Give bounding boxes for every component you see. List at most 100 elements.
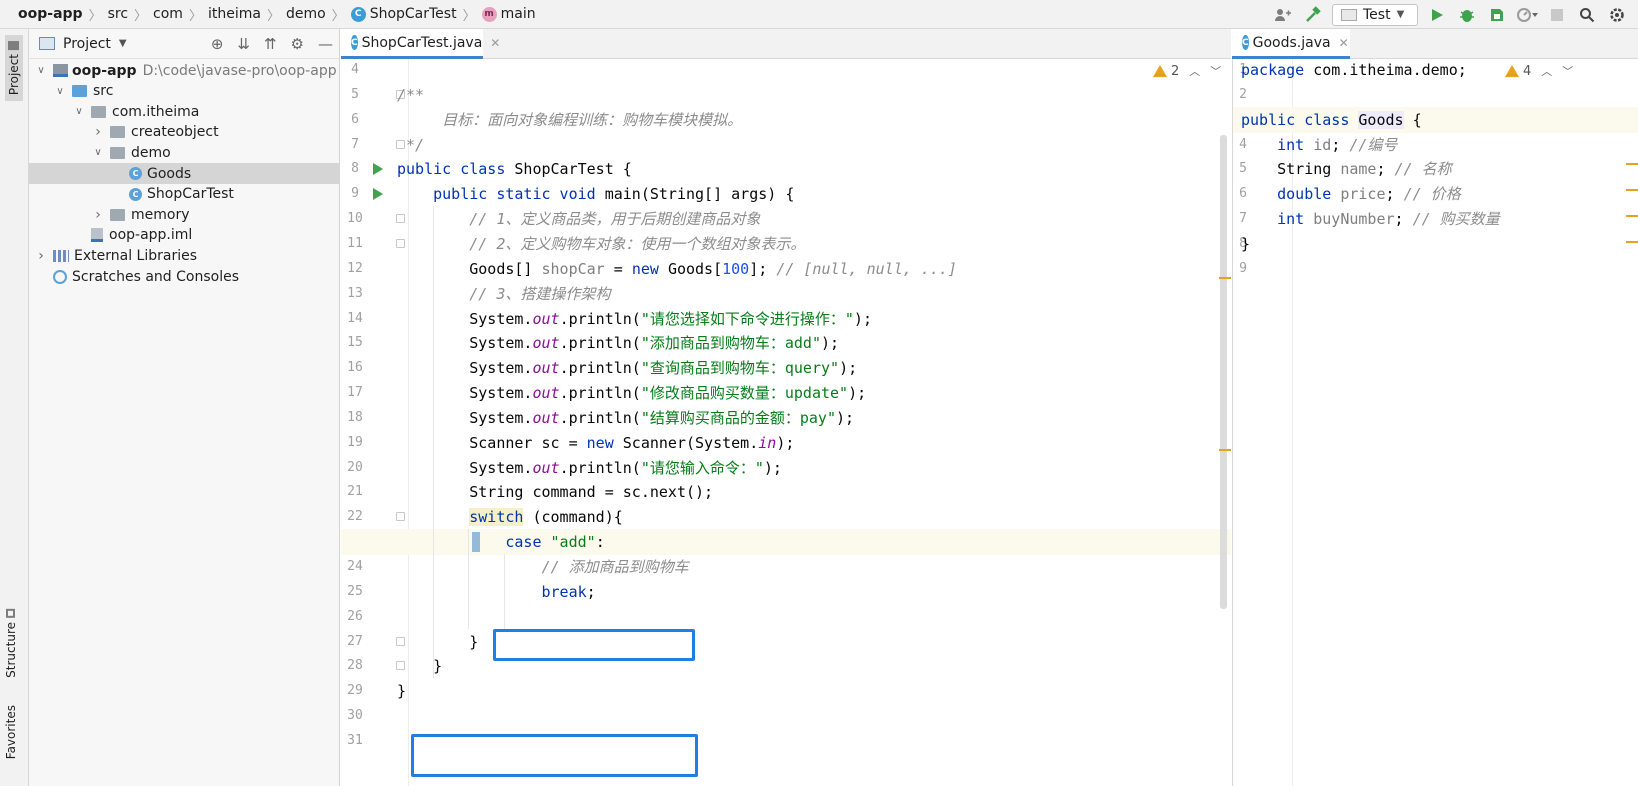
code-line[interactable]: String name; // 名称 bbox=[1241, 156, 1452, 182]
code-line[interactable]: System.out.println("添加商品到购物车：add"); bbox=[397, 330, 839, 356]
tree-node[interactable]: C Goods bbox=[29, 163, 340, 184]
tree-node[interactable]: ∨ oop-app D:\code\javase-pro\oop-app bbox=[29, 60, 340, 81]
code-line[interactable]: // 3、搭建操作架构 bbox=[397, 281, 610, 307]
chevron-down-icon[interactable]: ∨ bbox=[92, 147, 104, 158]
chevron-down-icon[interactable]: ∨ bbox=[35, 65, 47, 76]
hide-icon[interactable]: — bbox=[318, 35, 333, 53]
code-line[interactable]: // 1、定义商品类，用于后期创建商品对象 bbox=[397, 206, 760, 232]
code-line[interactable]: double price; // 价格 bbox=[1241, 181, 1461, 207]
chevron-down-icon[interactable]: ▼ bbox=[119, 38, 127, 49]
code-line[interactable]: switch (command){ bbox=[397, 504, 623, 530]
project-view-selector[interactable]: Project bbox=[63, 36, 111, 52]
settings-icon[interactable] bbox=[1606, 4, 1628, 26]
warning-stripe[interactable] bbox=[1626, 241, 1638, 243]
warning-stripe[interactable] bbox=[1626, 163, 1638, 165]
code-line[interactable]: System.out.println("结算购买商品的金额：pay"); bbox=[397, 405, 854, 431]
code-line[interactable]: 目标：面向对象编程训练：购物车模块模拟。 bbox=[397, 107, 742, 133]
indent-guide bbox=[433, 206, 434, 679]
code-editor-goods[interactable]: 123456789 package com.itheima.demo;publi… bbox=[1232, 59, 1638, 786]
locate-file-icon[interactable]: ⊕ bbox=[211, 35, 224, 53]
warning-stripe[interactable] bbox=[1219, 277, 1231, 279]
next-highlight-icon[interactable]: ﹀ bbox=[1562, 63, 1573, 79]
previous-highlight-icon[interactable]: ︿ bbox=[1189, 63, 1200, 79]
tree-node[interactable]: C ShopCarTest bbox=[29, 184, 340, 205]
tree-node[interactable]: ∨ com.itheima bbox=[29, 101, 340, 122]
run-icon[interactable] bbox=[1426, 4, 1448, 26]
gear-icon[interactable]: ⚙ bbox=[291, 35, 304, 53]
breadcrumb-item[interactable]: m main bbox=[481, 0, 536, 29]
add-user-icon[interactable] bbox=[1272, 4, 1294, 26]
code-line[interactable]: // 添加商品到购物车 bbox=[397, 554, 688, 580]
code-line[interactable]: break; bbox=[397, 579, 595, 605]
tree-node[interactable]: › memory bbox=[29, 204, 340, 225]
code-line[interactable]: public class ShopCarTest { bbox=[397, 156, 632, 182]
vertical-scrollbar[interactable] bbox=[1220, 135, 1227, 609]
tree-node[interactable]: Scratches and Consoles bbox=[29, 266, 340, 287]
run-gutter-icon[interactable] bbox=[373, 163, 383, 176]
code-line[interactable]: String command = sc.next(); bbox=[397, 479, 713, 505]
code-line[interactable]: Scanner sc = new Scanner(System.in); bbox=[397, 430, 794, 456]
code-line[interactable]: } bbox=[1241, 231, 1250, 257]
tree-node[interactable]: oop-app.iml bbox=[29, 225, 340, 246]
search-icon[interactable] bbox=[1576, 4, 1598, 26]
code-line[interactable]: } bbox=[397, 629, 478, 655]
favorites-tool-tab[interactable]: Favorites bbox=[4, 705, 18, 759]
code-line[interactable]: /** bbox=[397, 82, 424, 108]
chevron-right-icon[interactable]: › bbox=[35, 248, 47, 264]
code-line[interactable]: System.out.println("查询商品到购物车：query"); bbox=[397, 355, 857, 381]
tab-shopcartest[interactable]: C ShopCarTest.java ✕ bbox=[341, 29, 500, 59]
breadcrumb-item[interactable]: oop-app bbox=[18, 0, 83, 29]
chevron-down-icon[interactable]: ∨ bbox=[73, 106, 85, 117]
code-line[interactable]: int id; //编号 bbox=[1241, 132, 1397, 158]
next-highlight-icon[interactable]: ﹀ bbox=[1210, 63, 1221, 79]
structure-tool-tab[interactable]: Structure bbox=[4, 609, 18, 678]
debug-icon[interactable] bbox=[1456, 4, 1478, 26]
tab-goods[interactable]: C Goods.java ✕ bbox=[1232, 29, 1350, 59]
code-line[interactable]: int buyNumber; // 购买数量 bbox=[1241, 206, 1500, 232]
expand-all-icon[interactable]: ⇊ bbox=[237, 35, 250, 53]
code-line[interactable]: System.out.println("请您输入命令："); bbox=[397, 455, 782, 481]
breadcrumb-item[interactable]: demo bbox=[286, 0, 326, 29]
collapse-all-icon[interactable]: ⇈ bbox=[264, 35, 277, 53]
code-line[interactable]: // 2、定义购物车对象：使用一个数组对象表示。 bbox=[397, 231, 805, 257]
code-line[interactable]: public class Goods { bbox=[1241, 107, 1422, 133]
breadcrumb-item[interactable]: itheima bbox=[208, 0, 261, 29]
code-line[interactable]: System.out.println("修改商品购买数量：update"); bbox=[397, 380, 866, 406]
close-icon[interactable]: ✕ bbox=[490, 36, 500, 50]
code-line[interactable]: System.out.println("请您选择如下命令进行操作："); bbox=[397, 306, 872, 332]
code-line[interactable]: case "add": bbox=[397, 529, 604, 555]
code-line[interactable]: */ bbox=[397, 132, 424, 158]
inspection-widget[interactable]: 2 ︿ ﹀ bbox=[1153, 63, 1221, 79]
run-gutter-icon[interactable] bbox=[373, 188, 383, 201]
tree-node-label: Scratches and Consoles bbox=[72, 268, 239, 285]
code-editor-shopcartest[interactable]: 4567891011121314151617181920212223242526… bbox=[341, 59, 1231, 786]
profile-icon[interactable] bbox=[1516, 4, 1538, 26]
code-token: new bbox=[631, 259, 668, 278]
code-line[interactable]: package com.itheima.demo; bbox=[1241, 59, 1467, 83]
close-icon[interactable]: ✕ bbox=[1339, 36, 1349, 50]
breadcrumb-item[interactable]: src bbox=[108, 0, 128, 29]
tree-node[interactable]: › External Libraries bbox=[29, 245, 340, 266]
tree-node[interactable]: › createobject bbox=[29, 122, 340, 143]
run-configuration-dropdown[interactable]: Test ▼ bbox=[1332, 3, 1418, 26]
coverage-icon[interactable] bbox=[1486, 4, 1508, 26]
chevron-right-icon[interactable]: › bbox=[92, 124, 104, 140]
chevron-down-icon[interactable]: ∨ bbox=[54, 86, 66, 97]
project-tool-tab[interactable]: Project bbox=[5, 35, 23, 102]
breadcrumb-item[interactable]: C ShopCarTest bbox=[350, 0, 457, 29]
breadcrumb-item[interactable]: com bbox=[153, 0, 183, 29]
code-line[interactable]: Goods[] shopCar = new Goods[100]; // [nu… bbox=[397, 256, 957, 282]
code-line[interactable]: public static void main(String[] args) { bbox=[397, 181, 794, 207]
stop-icon[interactable] bbox=[1546, 4, 1568, 26]
build-hammer-icon[interactable] bbox=[1302, 4, 1324, 26]
code-line[interactable]: } bbox=[397, 678, 406, 704]
tree-node[interactable]: ∨ demo bbox=[29, 142, 340, 163]
code-line[interactable]: } bbox=[397, 653, 442, 679]
warning-stripe[interactable] bbox=[1626, 189, 1638, 191]
warning-stripe[interactable] bbox=[1626, 215, 1638, 217]
chevron-right-icon[interactable]: › bbox=[92, 207, 104, 223]
inspection-widget[interactable]: 4 ︿ ﹀ bbox=[1505, 63, 1573, 79]
tree-node[interactable]: ∨ src bbox=[29, 81, 340, 102]
previous-highlight-icon[interactable]: ︿ bbox=[1541, 63, 1552, 79]
warning-stripe[interactable] bbox=[1219, 449, 1231, 451]
